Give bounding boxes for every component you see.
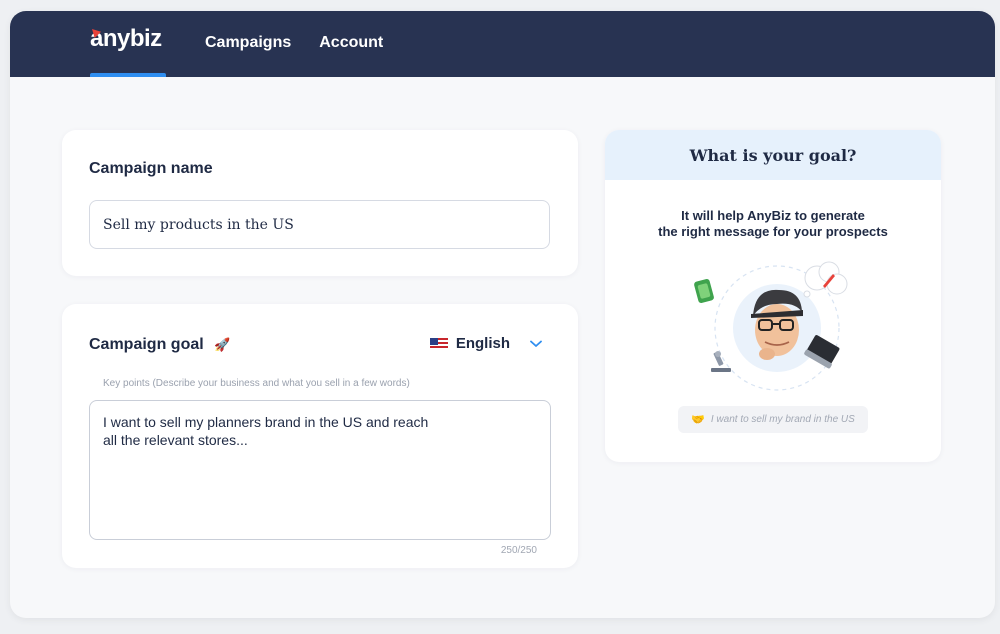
us-flag-icon (429, 337, 448, 350)
key-points-hint: Key points (Describe your business and w… (103, 378, 410, 389)
campaign-goal-heading: Campaign goal 🚀 (89, 336, 230, 354)
campaign-name-input[interactable]: Sell my products in the US (89, 200, 550, 249)
language-selector[interactable]: English (429, 335, 542, 352)
logo-text: anybiz (90, 25, 162, 52)
campaign-goal-textarea[interactable]: I want to sell my planners brand in the … (89, 400, 551, 540)
example-goal-pill[interactable]: 🤝 I want to sell my brand in the US (678, 406, 868, 433)
nav-campaigns[interactable]: Campaigns (205, 34, 291, 52)
rocket-icon: 🚀 (214, 337, 231, 352)
nav-account[interactable]: Account (319, 34, 383, 52)
thought-bubble-rocket-icon (803, 261, 848, 298)
goal-panel-description: It will help AnyBiz to generate the righ… (658, 208, 888, 239)
goal-info-panel: What is your goal? It will help AnyBiz t… (605, 130, 941, 462)
campaign-name-title: Campaign name (89, 160, 213, 177)
active-nav-indicator (90, 73, 166, 77)
campaign-goal-title: Campaign goal (89, 336, 204, 353)
top-navigation-bar: anybiz Campaigns Account (10, 11, 995, 77)
money-stack-icon (694, 278, 714, 304)
microscope-icon (711, 351, 731, 372)
example-goal-text: I want to sell my brand in the US (710, 414, 855, 425)
campaign-goal-card: Campaign goal 🚀 English Key points (Desc… (62, 304, 578, 568)
language-label: English (455, 335, 510, 352)
goal-panel-title: What is your goal? (605, 130, 941, 180)
campaign-name-card: Campaign name Sell my products in the US (62, 130, 578, 276)
chevron-down-icon (530, 340, 542, 347)
anybiz-logo[interactable]: anybiz (90, 25, 162, 77)
character-counter: 250/250 (500, 545, 537, 556)
app-window: anybiz Campaigns Account Campaign name S… (10, 11, 995, 618)
handshake-icon: 🤝 (691, 414, 705, 426)
goal-illustration (694, 261, 848, 391)
main-nav: Campaigns Account (205, 34, 383, 52)
